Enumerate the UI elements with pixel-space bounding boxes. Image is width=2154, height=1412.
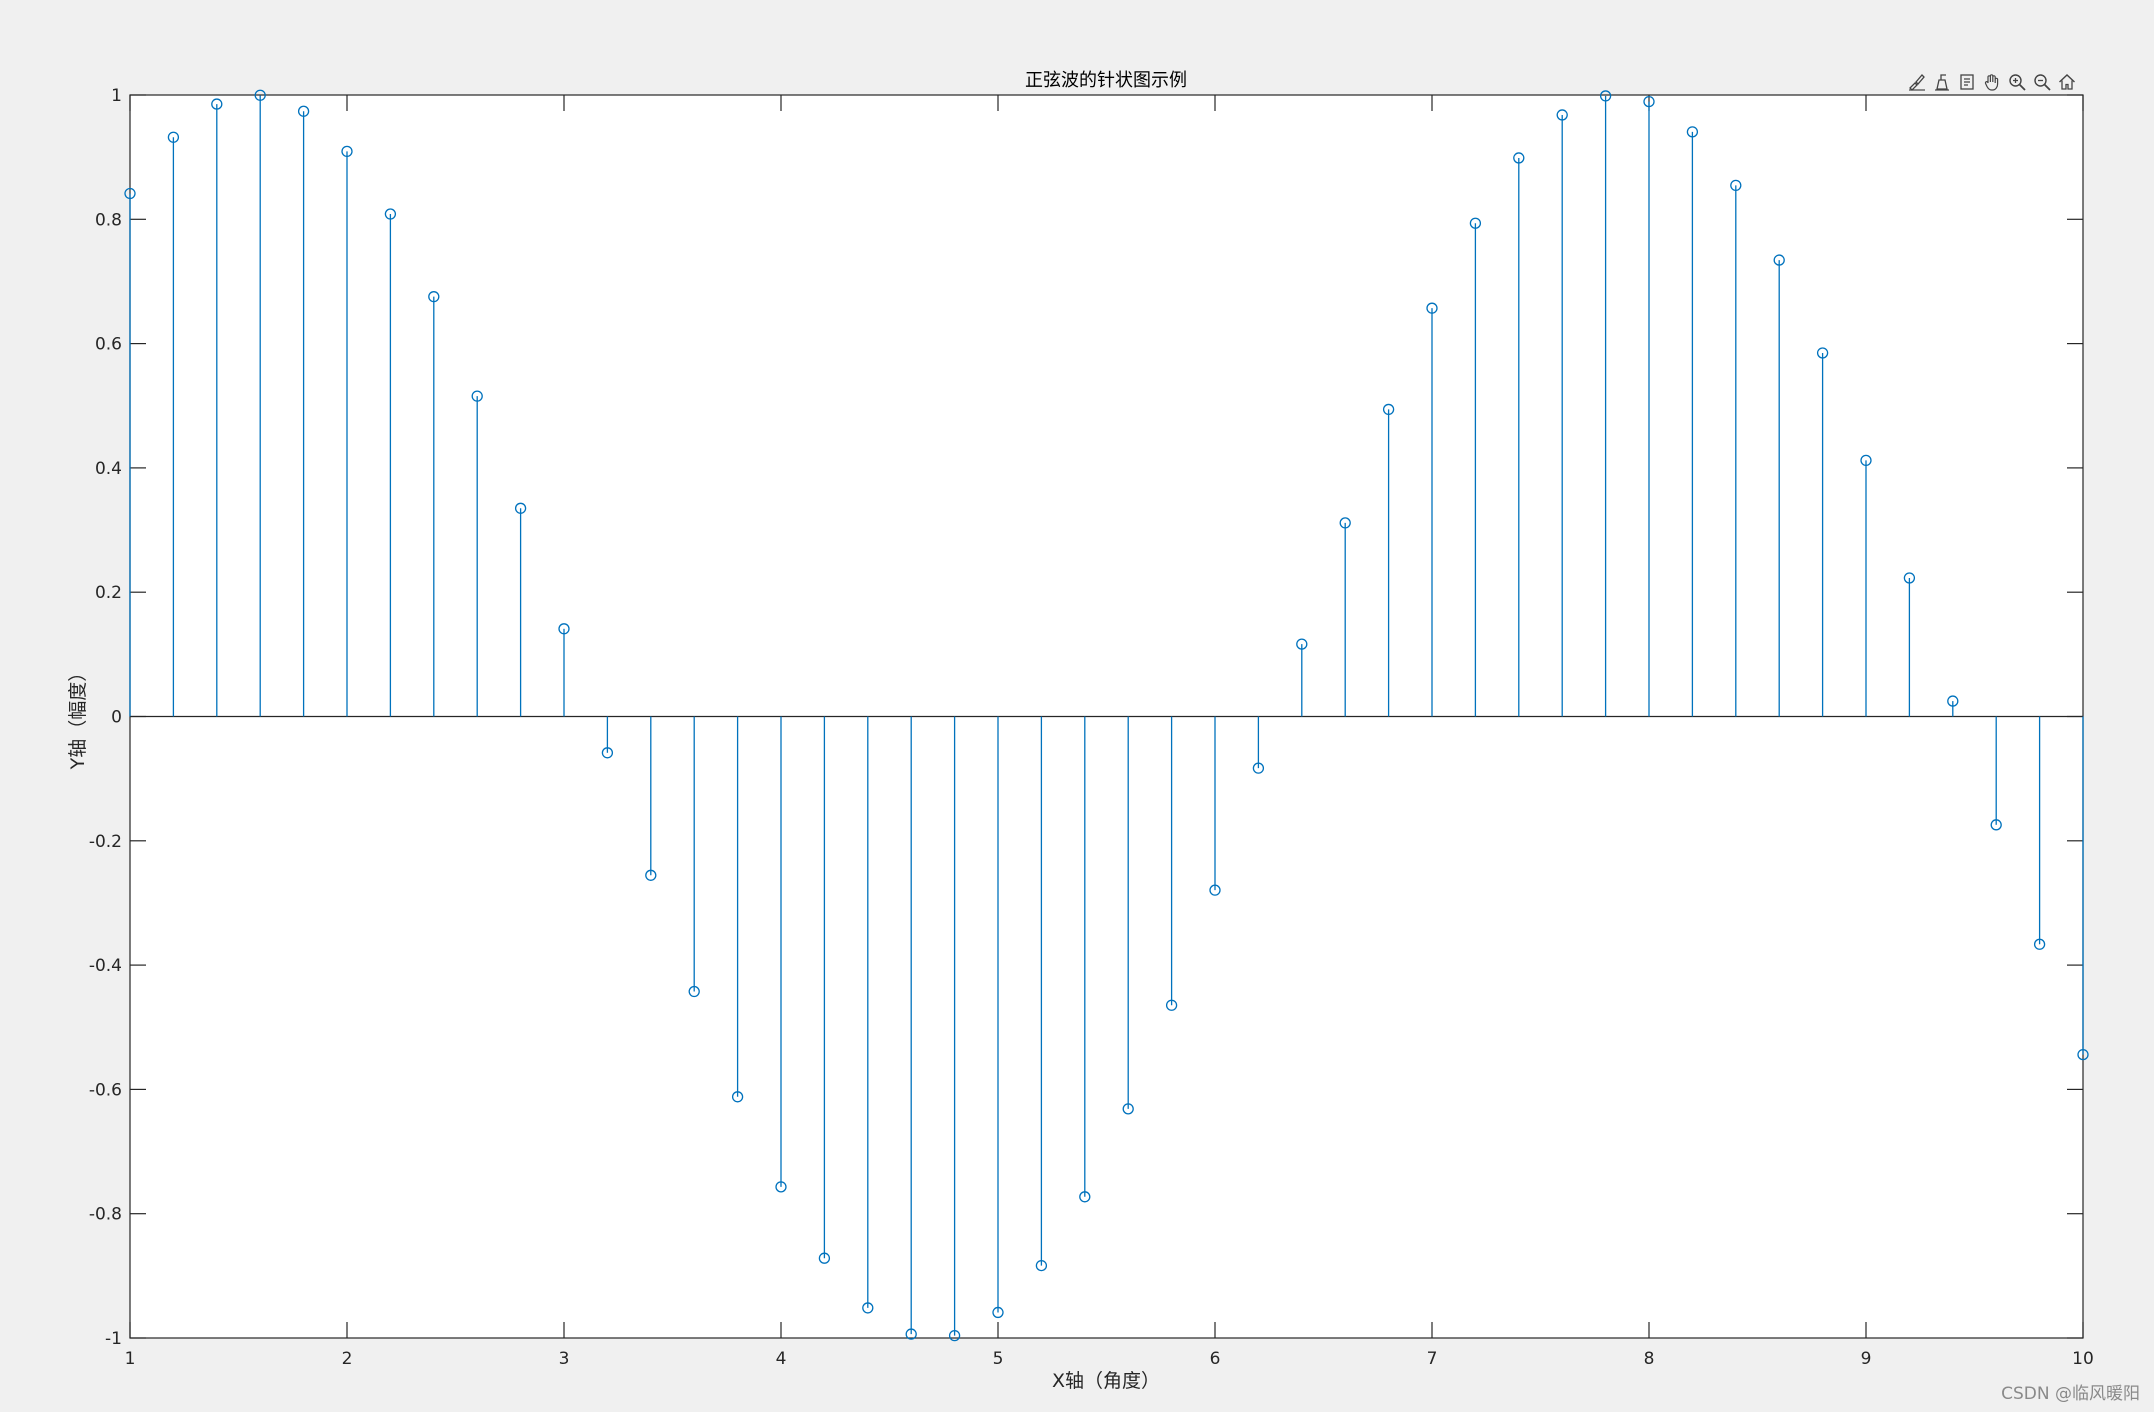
- y-tick-label: -1: [105, 1329, 122, 1349]
- y-tick-label: -0.8: [89, 1205, 122, 1225]
- export-icon[interactable]: [1955, 71, 1978, 94]
- y-tick-label: 0.2: [95, 583, 122, 603]
- y-tick-label: -0.4: [89, 956, 122, 976]
- y-tick-label: 1: [111, 86, 122, 106]
- figure-canvas: 1 2 3 4 5 6 7 8 9 10 -1 -0.8 -0.6 -0.4 -0.2 0 0.2 0.4 0.6 0…: [67, 70, 2094, 1392]
- y-tick-label: -0.6: [89, 1080, 122, 1100]
- brush-icon[interactable]: [1905, 71, 1928, 94]
- x-tick-label: 8: [1644, 1349, 1655, 1369]
- x-axis-label: X轴（角度）: [1052, 1370, 1160, 1392]
- x-tick-label: 10: [2072, 1349, 2094, 1369]
- x-tick-label: 7: [1427, 1349, 1438, 1369]
- y-tick-label: 0.8: [95, 210, 122, 230]
- x-tick-label: 4: [776, 1349, 787, 1369]
- y-tick-label: 0.6: [95, 335, 122, 355]
- y-axis-label: Y轴（幅度）: [67, 663, 89, 771]
- x-tick-label: 6: [1210, 1349, 1221, 1369]
- y-tick-label: 0.4: [95, 459, 122, 479]
- watermark: CSDN @临风暖阳: [2001, 1384, 2140, 1404]
- x-tick-label: 5: [993, 1349, 1004, 1369]
- x-tick-label: 9: [1861, 1349, 1872, 1369]
- x-tick-label: 3: [559, 1349, 570, 1369]
- data-tips-icon[interactable]: [1930, 71, 1953, 94]
- zoom-in-icon[interactable]: [2005, 71, 2028, 94]
- zoom-out-icon[interactable]: [2030, 71, 2053, 94]
- chart-title: 正弦波的针状图示例: [1025, 70, 1187, 91]
- home-icon[interactable]: [2055, 71, 2078, 94]
- y-tick-label: -0.2: [89, 832, 122, 852]
- pan-hand-icon[interactable]: [1980, 71, 2003, 94]
- x-tick-label: 2: [342, 1349, 353, 1369]
- y-tick-label: 0: [111, 708, 122, 728]
- axes-toolbar: [1905, 70, 2078, 94]
- x-tick-label: 1: [125, 1349, 136, 1369]
